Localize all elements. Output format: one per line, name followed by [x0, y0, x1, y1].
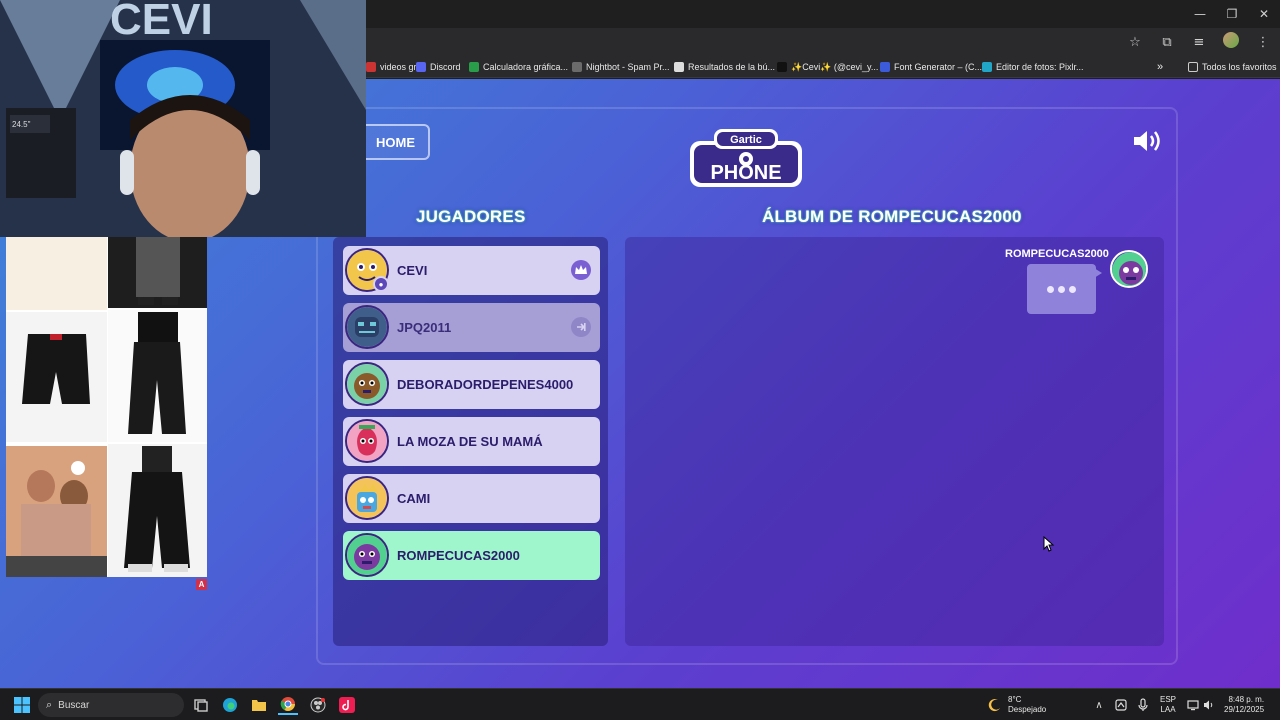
media-icon[interactable]: ≡: [1190, 35, 1208, 50]
player-avatar: [345, 419, 389, 463]
obs-icon[interactable]: [308, 695, 328, 715]
edge-icon[interactable]: [220, 695, 240, 715]
window-controls: — ❐ ✕: [1184, 0, 1280, 28]
player-row[interactable]: DEBORADORDEPENES4000: [343, 360, 600, 409]
album-author-avatar: [1110, 250, 1148, 288]
mouse-cursor-icon: [1043, 536, 1055, 552]
bookmark-item[interactable]: Nightbot - Spam Pr...: [572, 60, 670, 74]
tiktok-icon[interactable]: [337, 695, 357, 715]
taskbar-search[interactable]: ⌕ Buscar: [38, 693, 184, 717]
nightbot-icon: [572, 62, 582, 72]
product-image: [108, 310, 207, 442]
logo-bottom-text: PHONE: [710, 162, 781, 184]
product-image-grid: [6, 237, 207, 577]
all-bookmarks[interactable]: Todos los favoritos: [1188, 60, 1277, 74]
player-row[interactable]: LA MOZA DE SU MAMÁ: [343, 417, 600, 466]
webcam-overlay: CEVI 24.5": [0, 0, 366, 237]
search-results-icon: [674, 62, 684, 72]
player-name: CAMI: [397, 491, 431, 506]
weather-widget[interactable]: 8°C Despejado: [1008, 695, 1046, 715]
player-name: CEVI: [397, 263, 428, 278]
player-row[interactable]: ● CEVI: [343, 246, 600, 295]
player-name: JPQ2011: [397, 320, 452, 335]
chrome-icon[interactable]: [278, 695, 298, 715]
player-avatar: [345, 305, 389, 349]
bookmark-item[interactable]: videos gr...: [366, 60, 424, 74]
svg-text:24.5": 24.5": [12, 120, 31, 129]
player-name: DEBORADORDEPENES4000: [397, 377, 574, 392]
player-name: ROMPECUCAS2000: [397, 548, 520, 563]
moon-weather-icon[interactable]: [986, 695, 1004, 715]
player-row[interactable]: CAMI: [343, 474, 600, 523]
restore-icon[interactable]: ❐: [1216, 0, 1248, 28]
font-generator-icon: [880, 62, 890, 72]
stream-label-badge: A: [196, 579, 207, 590]
folder-icon: [1188, 62, 1198, 72]
microphone-icon[interactable]: [1136, 695, 1150, 715]
bookmark-item[interactable]: Font Generator – (C...: [880, 60, 982, 74]
minimize-icon[interactable]: —: [1184, 0, 1216, 28]
bookmark-item[interactable]: ✨Cevi✨ (@cevi_y...: [777, 60, 878, 74]
toolbar-icons: ☆ ⧉ ≡ ⋮: [1126, 28, 1272, 56]
typing-indicator: [1027, 264, 1102, 314]
bookmark-item[interactable]: Calculadora gráfica...: [469, 60, 568, 74]
calculator-icon: [469, 62, 479, 72]
menu-icon[interactable]: ⋮: [1254, 35, 1272, 50]
clock[interactable]: 8:48 p. m. 29/12/2025: [1224, 695, 1264, 715]
product-image: [6, 312, 107, 442]
webcam-feed: CEVI 24.5": [0, 0, 366, 237]
logo-top-text: Gartic: [730, 134, 762, 146]
exit-icon: [571, 317, 591, 337]
chevron-up-icon[interactable]: ∧: [1092, 695, 1106, 715]
bookmark-item[interactable]: Editor de fotos: Pixlr...: [982, 60, 1084, 74]
language-indicator[interactable]: ESP LAA: [1160, 695, 1176, 715]
bookmark-item[interactable]: Discord: [416, 60, 461, 74]
album-author-name: ROMPECUCAS2000: [1005, 248, 1109, 260]
pixlr-icon: [982, 62, 992, 72]
star-icon[interactable]: ☆: [1126, 35, 1144, 50]
file-explorer-icon[interactable]: [249, 695, 269, 715]
players-heading: JUGADORES: [416, 207, 526, 226]
product-image: [6, 237, 107, 310]
bookmark-icon: [366, 62, 376, 72]
album-heading: ÁLBUM DE ROMPECUCAS2000: [762, 207, 1022, 226]
bookmarks-overflow-icon[interactable]: »: [1157, 60, 1163, 74]
network-icon[interactable]: [1186, 695, 1200, 715]
windows-start-icon[interactable]: [12, 695, 32, 715]
product-image: [108, 444, 207, 577]
windows-taskbar: ⌕ Buscar 8°C Despejado ∧ ESP LAA 8:48 p.…: [0, 688, 1280, 720]
product-image: [108, 237, 207, 308]
player-avatar: [345, 476, 389, 520]
task-view-icon[interactable]: [192, 695, 210, 715]
player-avatar: [345, 362, 389, 406]
bookmark-item[interactable]: Resultados de la bú...: [674, 60, 775, 74]
tiktok-icon: [777, 62, 787, 72]
volume-icon[interactable]: [1202, 695, 1216, 715]
player-row[interactable]: JPQ2011: [343, 303, 600, 352]
gartic-phone-logo: Gartic PHONE: [690, 129, 802, 187]
profile-avatar[interactable]: [1222, 32, 1240, 52]
svg-text:CEVI: CEVI: [110, 0, 213, 44]
crown-icon: [571, 260, 591, 280]
player-avatar: [345, 533, 389, 577]
discord-icon: [416, 62, 426, 72]
user-icon: ●: [373, 276, 389, 292]
tray-app-icon[interactable]: [1114, 695, 1128, 715]
search-icon: ⌕: [46, 698, 53, 711]
player-name: LA MOZA DE SU MAMÁ: [397, 434, 543, 449]
sound-icon[interactable]: [1132, 127, 1166, 155]
close-icon[interactable]: ✕: [1248, 0, 1280, 28]
product-image: [6, 446, 107, 577]
extensions-icon[interactable]: ⧉: [1158, 35, 1176, 50]
player-row-active[interactable]: ROMPECUCAS2000: [343, 531, 600, 580]
